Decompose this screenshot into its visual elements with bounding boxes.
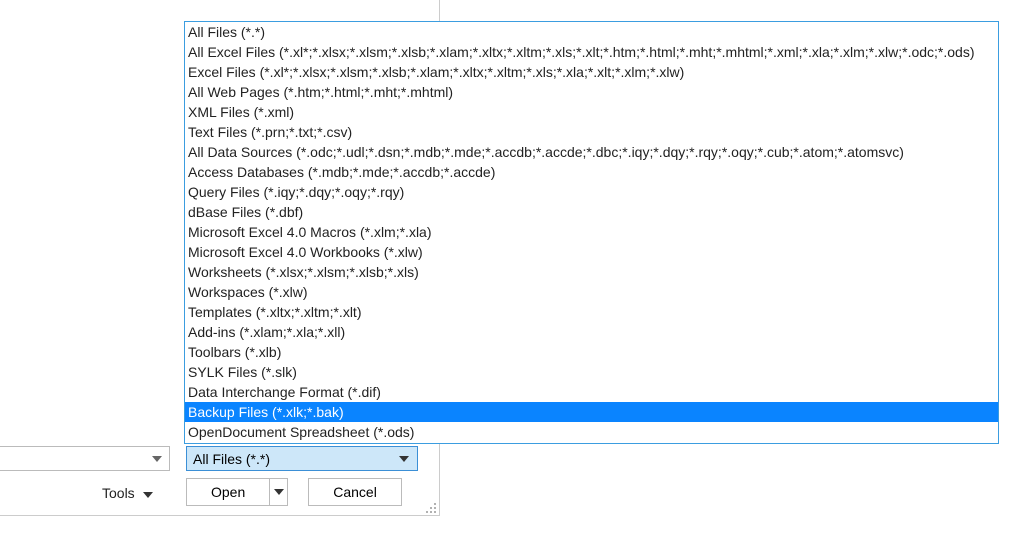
filename-combo[interactable] xyxy=(0,446,170,471)
filetype-option[interactable]: Data Interchange Format (*.dif) xyxy=(185,382,998,402)
cancel-label: Cancel xyxy=(333,484,377,500)
filetype-option[interactable]: All Excel Files (*.xl*;*.xlsx;*.xlsm;*.x… xyxy=(185,42,998,62)
filetype-option[interactable]: Workspaces (*.xlw) xyxy=(185,282,998,302)
tools-menu[interactable]: Tools xyxy=(102,485,135,501)
open-button-split[interactable] xyxy=(269,479,287,505)
filetype-option[interactable]: SYLK Files (*.slk) xyxy=(185,362,998,382)
chevron-down-icon xyxy=(148,448,166,470)
filetype-option[interactable]: XML Files (*.xml) xyxy=(185,102,998,122)
filetype-option[interactable]: All Web Pages (*.htm;*.html;*.mht;*.mhtm… xyxy=(185,82,998,102)
filetype-combo[interactable]: All Files (*.*) xyxy=(186,446,418,471)
resize-grip-icon[interactable] xyxy=(425,501,437,513)
filetype-option[interactable]: Add-ins (*.xlam;*.xla;*.xll) xyxy=(185,322,998,342)
filetype-option[interactable]: dBase Files (*.dbf) xyxy=(185,202,998,222)
open-label: Open xyxy=(211,484,245,500)
filetype-current: All Files (*.*) xyxy=(193,451,270,467)
filetype-option[interactable]: Worksheets (*.xlsx;*.xlsm;*.xlsb;*.xls) xyxy=(185,262,998,282)
open-button[interactable]: Open xyxy=(186,478,288,506)
caret-down-icon xyxy=(143,485,153,501)
filetype-option[interactable]: All Data Sources (*.odc;*.udl;*.dsn;*.md… xyxy=(185,142,998,162)
filetype-option[interactable]: Toolbars (*.xlb) xyxy=(185,342,998,362)
chevron-down-icon xyxy=(395,448,413,470)
filetype-option[interactable]: Query Files (*.iqy;*.dqy;*.oqy;*.rqy) xyxy=(185,182,998,202)
filetype-option[interactable]: Backup Files (*.xlk;*.bak) xyxy=(185,402,998,422)
open-button-main[interactable]: Open xyxy=(187,479,269,505)
filetype-option[interactable]: OpenDocument Spreadsheet (*.ods) xyxy=(185,422,998,442)
filetype-option[interactable]: Access Databases (*.mdb;*.mde;*.accdb;*.… xyxy=(185,162,998,182)
filetype-option[interactable]: Text Files (*.prn;*.txt;*.csv) xyxy=(185,122,998,142)
filetype-dropdown-list[interactable]: All Files (*.*)All Excel Files (*.xl*;*.… xyxy=(184,21,999,444)
filetype-option[interactable]: All Files (*.*) xyxy=(185,22,998,42)
filetype-option[interactable]: Templates (*.xltx;*.xltm;*.xlt) xyxy=(185,302,998,322)
filetype-option[interactable]: Microsoft Excel 4.0 Workbooks (*.xlw) xyxy=(185,242,998,262)
filetype-option[interactable]: Microsoft Excel 4.0 Macros (*.xlm;*.xla) xyxy=(185,222,998,242)
cancel-button[interactable]: Cancel xyxy=(308,478,402,506)
filetype-option[interactable]: Excel Files (*.xl*;*.xlsx;*.xlsm;*.xlsb;… xyxy=(185,62,998,82)
